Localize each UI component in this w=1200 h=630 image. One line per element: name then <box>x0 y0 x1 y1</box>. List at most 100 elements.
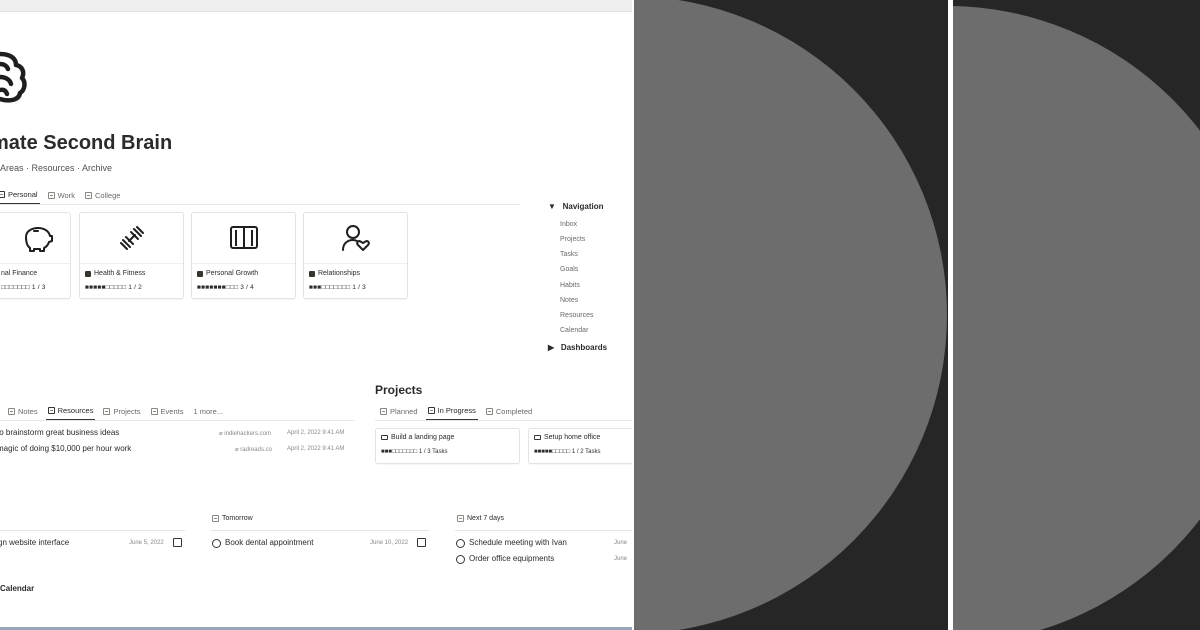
progress-text: ■■■□□□□□□□ 1 / 3 <box>309 284 366 291</box>
resource-tabs: Notes Resources Projects Events 1 more..… <box>6 406 231 420</box>
area-card-growth[interactable]: Personal Growth ■■■■■■■□□□ 3 / 4 <box>191 212 296 299</box>
dumbbell-icon <box>119 226 144 250</box>
table-icon <box>150 408 158 415</box>
tab-more[interactable]: 1 more... <box>191 407 225 420</box>
progress-text: ■■■■■□□□□□ 1 / 2 <box>85 284 142 291</box>
nav-item-projects[interactable]: Projects <box>560 236 585 243</box>
calendar-title: Calendar <box>0 584 35 593</box>
page-title: mate Second Brain <box>0 132 173 154</box>
projects-title: Projects <box>375 383 423 397</box>
task-date: June <box>614 556 628 562</box>
project-card[interactable]: Build a landing page ■■■□□□□□□□ 1 / 3 Ta… <box>375 428 520 464</box>
area-card-finance[interactable]: nal Finance □□□□□□□ 1 / 3 <box>0 212 71 299</box>
area-card-health[interactable]: Health & Fitness ■■■■■□□□□□ 1 / 2 <box>79 212 184 299</box>
decorative-panel <box>634 0 948 630</box>
table-icon <box>485 408 493 415</box>
tab-completed[interactable]: Completed <box>484 407 534 420</box>
resource-row-title[interactable]: to brainstorm great business ideas <box>0 428 119 437</box>
table-icon <box>84 192 92 199</box>
task-divider <box>455 530 632 531</box>
resource-row-title[interactable]: magic of doing $10,000 per hour work <box>0 444 131 453</box>
folder-icon <box>534 435 541 440</box>
nav-item-habits[interactable]: Habits <box>560 282 580 289</box>
resource-source: ⌀ radreads.co <box>235 447 272 453</box>
card-cover <box>304 213 407 264</box>
card-title: nal Finance <box>1 270 38 277</box>
task-radio[interactable] <box>456 539 465 548</box>
table-icon <box>0 191 5 198</box>
task-checkbox[interactable] <box>417 538 426 547</box>
resource-date: April 2, 2022 9:41 AM <box>287 430 345 436</box>
resource-date: April 2, 2022 9:41 AM <box>287 446 345 452</box>
tab-college[interactable]: College <box>83 191 122 204</box>
table-icon <box>47 192 55 199</box>
table-icon <box>103 408 111 415</box>
task-checkbox[interactable] <box>173 538 182 547</box>
resource-source: ⌀ indiehackers.com <box>219 431 271 437</box>
note-icon <box>8 408 15 415</box>
task-text[interactable]: Book dental appointment <box>225 538 314 547</box>
card-title: Relationships <box>309 270 360 277</box>
project-name: Setup home office <box>534 434 600 441</box>
task-date: June <box>614 540 628 546</box>
note-icon <box>212 515 219 522</box>
tab-planned[interactable]: Planned <box>378 407 420 420</box>
task-radio[interactable] <box>212 539 221 548</box>
book-icon <box>229 226 258 249</box>
task-group-next7: Next 7 days <box>457 515 504 522</box>
task-date: June 10, 2022 <box>370 540 409 546</box>
navigation-toggle[interactable]: ▼ Navigation <box>548 202 604 211</box>
folder-icon <box>381 435 388 440</box>
tab-personal[interactable]: Personal <box>0 190 40 204</box>
progress-text: ■■■■■■■□□□ 3 / 4 <box>197 284 254 291</box>
table-icon <box>380 408 387 415</box>
tab-work[interactable]: Work <box>46 191 77 204</box>
task-text[interactable]: gn website interface <box>0 538 69 547</box>
tab-resources[interactable]: Resources <box>45 406 96 420</box>
task-group-tomorrow: Tomorrow <box>212 515 253 522</box>
breadcrumb[interactable]: - Areas · Resources · Archive <box>0 163 112 173</box>
card-cover <box>0 213 70 264</box>
half-circle-shape <box>634 0 947 630</box>
nav-item-notes[interactable]: Notes <box>560 297 578 304</box>
window-top-bar <box>0 0 632 12</box>
nav-item-goals[interactable]: Goals <box>560 266 578 273</box>
area-card-relationships[interactable]: Relationships ■■■□□□□□□□ 1 / 3 <box>303 212 408 299</box>
tab-events[interactable]: Events <box>149 407 186 420</box>
nav-item-resources[interactable]: Resources <box>560 312 593 319</box>
project-name: Build a landing page <box>381 434 454 441</box>
decorative-panel <box>953 0 1200 630</box>
card-title: Health & Fitness <box>85 270 145 277</box>
task-divider <box>0 530 185 531</box>
tab-divider <box>0 204 520 205</box>
brain-icon <box>0 51 27 103</box>
card-cover <box>80 213 183 264</box>
progress-text: ■■■□□□□□□□ 1 / 3 Tasks <box>381 449 448 455</box>
project-tabs: Planned In Progress Completed <box>378 406 540 420</box>
half-circle-shape <box>953 6 1200 630</box>
task-text[interactable]: Order office equipments <box>469 554 554 563</box>
nav-item-tasks[interactable]: Tasks <box>560 251 578 258</box>
task-divider <box>211 530 429 531</box>
progress-text: ■■■■■□□□□□ 1 / 2 Tasks <box>534 449 601 455</box>
area-tabs: Personal Work College <box>0 190 128 204</box>
dumbbell-icon <box>85 270 91 277</box>
tab-in-progress[interactable]: In Progress <box>425 406 478 420</box>
project-card[interactable]: Setup home office ■■■■■□□□□□ 1 / 2 Tasks <box>528 428 632 464</box>
notion-page: mate Second Brain - Areas · Resources · … <box>0 0 632 630</box>
book-icon <box>197 270 203 277</box>
task-date: June 5, 2022 <box>129 540 164 546</box>
card-title: Personal Growth <box>197 270 258 277</box>
nav-item-calendar[interactable]: Calendar <box>560 327 588 334</box>
tab-divider <box>0 420 355 421</box>
task-text[interactable]: Schedule meeting with Ivan <box>469 538 567 547</box>
card-cover <box>192 213 295 264</box>
nav-item-inbox[interactable]: Inbox <box>560 221 577 228</box>
tab-divider <box>375 420 632 421</box>
tab-projects[interactable]: Projects <box>101 407 142 420</box>
task-radio[interactable] <box>456 555 465 564</box>
dashboards-toggle[interactable]: ▶ Dashboards <box>548 343 607 352</box>
piggy-bank-icon <box>24 227 53 252</box>
tab-notes[interactable]: Notes <box>6 407 40 420</box>
note-icon <box>47 407 55 414</box>
